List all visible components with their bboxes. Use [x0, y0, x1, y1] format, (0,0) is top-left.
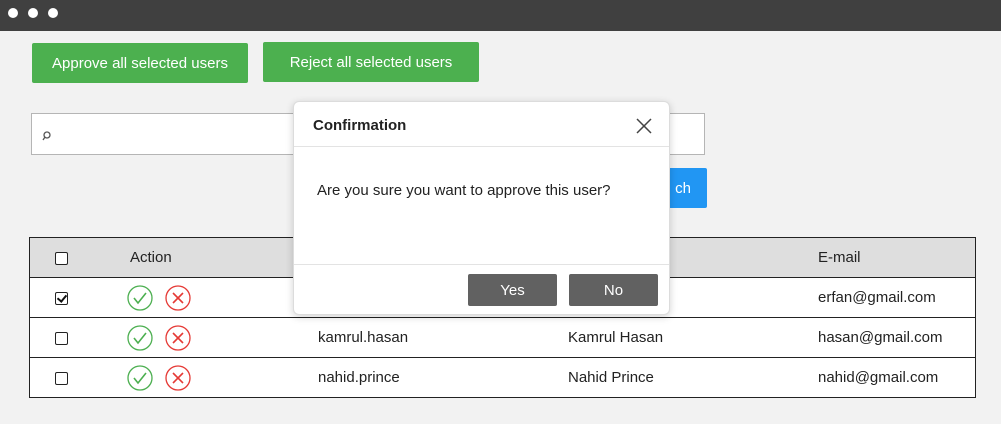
window-dot-3[interactable]: [48, 8, 58, 18]
yes-button[interactable]: Yes: [468, 274, 557, 306]
no-button[interactable]: No: [569, 274, 658, 306]
cell-email: hasan@gmail.com: [818, 317, 976, 358]
cell-name: Nahid Prince: [568, 357, 818, 398]
reject-icon[interactable]: [165, 364, 191, 391]
close-icon[interactable]: [635, 117, 653, 135]
dialog-footer: Yes No: [294, 264, 669, 315]
approve-icon[interactable]: [127, 364, 153, 391]
search-icon: [41, 129, 53, 141]
dialog-title: Confirmation: [313, 117, 407, 134]
reject-all-button[interactable]: Reject all selected users: [263, 42, 479, 82]
confirmation-dialog: Confirmation Are you sure you want to ap…: [293, 101, 670, 315]
approve-icon[interactable]: [127, 284, 153, 311]
window-titlebar: [0, 0, 1001, 31]
cell-email: erfan@gmail.com: [818, 277, 976, 318]
reject-icon[interactable]: [165, 284, 191, 311]
header-email: E-mail: [818, 237, 976, 278]
table-row: nahid.prince Nahid Prince nahid@gmail.com: [29, 357, 976, 398]
row-checkbox[interactable]: [54, 371, 68, 385]
window-dot-1[interactable]: [8, 8, 18, 18]
cell-username: kamrul.hasan: [318, 317, 568, 358]
cell-name: Kamrul Hasan: [568, 317, 818, 358]
approve-all-button[interactable]: Approve all selected users: [32, 43, 248, 83]
header-action: Action: [92, 237, 318, 278]
row-checkbox[interactable]: [54, 291, 68, 305]
reject-icon[interactable]: [165, 324, 191, 351]
row-checkbox[interactable]: [54, 331, 68, 345]
cell-username: nahid.prince: [318, 357, 568, 398]
dialog-header: Confirmation: [294, 102, 669, 147]
table-row: kamrul.hasan Kamrul Hasan hasan@gmail.com: [29, 317, 976, 358]
approve-icon[interactable]: [127, 324, 153, 351]
dialog-message: Are you sure you want to approve this us…: [317, 182, 611, 199]
select-all-checkbox[interactable]: [54, 251, 68, 265]
window-dot-2[interactable]: [28, 8, 38, 18]
cell-email: nahid@gmail.com: [818, 357, 976, 398]
